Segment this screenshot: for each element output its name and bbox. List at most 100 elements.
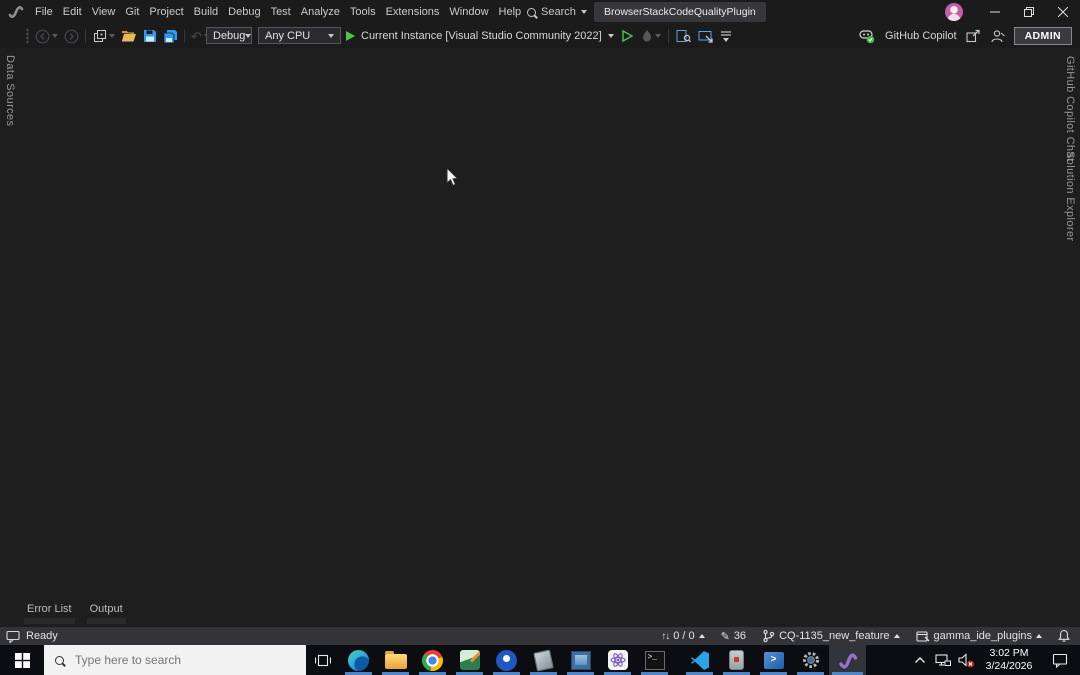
action-center-button[interactable] bbox=[1040, 645, 1080, 675]
attach-icon[interactable] bbox=[698, 30, 714, 43]
taskbar-app-vscode[interactable] bbox=[681, 645, 718, 675]
save-icon[interactable] bbox=[143, 29, 157, 43]
account-button[interactable]: ADMIN bbox=[1013, 27, 1072, 45]
close-button[interactable] bbox=[1046, 0, 1080, 24]
bell-icon[interactable] bbox=[1058, 629, 1070, 643]
platform-dropdown[interactable]: Any CPU bbox=[258, 27, 341, 44]
solution-name: BrowserStackCodeQualityPlugin bbox=[604, 6, 756, 18]
search-icon bbox=[55, 655, 64, 665]
github-copilot-icon[interactable] bbox=[858, 28, 876, 44]
network-status[interactable] bbox=[932, 645, 954, 675]
taskbar-app-visual-studio[interactable] bbox=[829, 645, 866, 675]
menu-tools[interactable]: Tools bbox=[345, 0, 381, 24]
sidebar-tab-data-sources[interactable]: Data Sources bbox=[4, 55, 16, 126]
sync-count: 0 / 0 bbox=[673, 630, 695, 642]
tab-error-list[interactable]: Error List bbox=[24, 601, 75, 624]
copilot-label[interactable]: GitHub Copilot bbox=[885, 30, 957, 42]
toolbar-grip[interactable] bbox=[26, 28, 29, 44]
taskbar-search-input[interactable] bbox=[73, 652, 267, 668]
taskbar-app-settings[interactable] bbox=[792, 645, 829, 675]
taskbar-app-image-editor[interactable] bbox=[451, 645, 488, 675]
toolbar-overflow-icon bbox=[720, 30, 731, 36]
taskbar-app-edge[interactable] bbox=[340, 645, 377, 675]
settings-gear-icon bbox=[801, 650, 821, 670]
menu-analyze[interactable]: Analyze bbox=[296, 0, 345, 24]
status-message: Ready bbox=[26, 630, 58, 642]
taskbar-search[interactable] bbox=[44, 645, 306, 675]
configuration-value: Debug bbox=[213, 29, 246, 42]
save-all-icon[interactable] bbox=[163, 29, 178, 44]
feedback-icon[interactable] bbox=[990, 29, 1005, 43]
menu-file[interactable]: File bbox=[30, 0, 58, 24]
branch-name: CQ-1135_new_feature bbox=[779, 630, 890, 642]
sidebar-tab-copilot-chat[interactable]: GitHub Copilot Chat bbox=[1064, 56, 1076, 161]
chevron-down-icon bbox=[607, 34, 614, 38]
toolbar-overflow-button[interactable] bbox=[720, 30, 731, 42]
menu-edit[interactable]: Edit bbox=[58, 0, 87, 24]
windows-start-icon bbox=[14, 652, 30, 668]
tray-chevron-icon bbox=[915, 657, 925, 663]
task-view-icon bbox=[315, 654, 331, 666]
taskbar-app-media-player[interactable] bbox=[562, 645, 599, 675]
taskbar-app-file-explorer[interactable] bbox=[377, 645, 414, 675]
chevron-down-icon bbox=[654, 34, 661, 38]
volume-status[interactable] bbox=[954, 645, 978, 675]
pending-edits-count: 36 bbox=[733, 630, 747, 642]
repo-selector[interactable]: gamma_ide_plugins bbox=[915, 630, 1042, 643]
menu-project[interactable]: Project bbox=[144, 0, 188, 24]
close-icon bbox=[1058, 7, 1068, 17]
tray-expand-button[interactable] bbox=[908, 645, 932, 675]
menu-window[interactable]: Window bbox=[444, 0, 493, 24]
vs-logo-icon bbox=[8, 4, 24, 20]
feedback-status-button[interactable]: Ready bbox=[0, 630, 58, 643]
chevron-up-icon bbox=[698, 634, 705, 638]
chevron-down-icon bbox=[245, 33, 252, 38]
configuration-dropdown[interactable]: Debug bbox=[206, 27, 252, 44]
menu-extensions[interactable]: Extensions bbox=[381, 0, 445, 24]
hot-reload-button[interactable] bbox=[641, 29, 661, 43]
sidebar-tab-solution-explorer[interactable]: Solution Explorer bbox=[1064, 151, 1076, 242]
menu-test[interactable]: Test bbox=[266, 0, 296, 24]
powershell-icon: > bbox=[763, 651, 784, 669]
find-in-files-icon[interactable] bbox=[676, 29, 691, 43]
start-debugging-button[interactable]: Current Instance [Visual Studio Communit… bbox=[346, 30, 614, 42]
navigate-back-button[interactable] bbox=[35, 29, 58, 44]
task-view-button[interactable] bbox=[306, 645, 340, 675]
taskbar-clock[interactable]: 3:02 PM 3/24/2026 bbox=[978, 645, 1040, 675]
taskbar-app-maps[interactable] bbox=[488, 645, 525, 675]
minimize-icon bbox=[990, 11, 1000, 13]
minimize-button[interactable] bbox=[978, 0, 1012, 24]
user-avatar[interactable] bbox=[945, 3, 963, 21]
menu-help[interactable]: Help bbox=[494, 0, 527, 24]
taskbar-app-device[interactable] bbox=[718, 645, 755, 675]
taskbar-app-chrome[interactable] bbox=[414, 645, 451, 675]
menu-build[interactable]: Build bbox=[189, 0, 223, 24]
tab-output[interactable]: Output bbox=[86, 601, 126, 624]
taskbar-app-command-prompt[interactable]: >_ bbox=[636, 645, 673, 675]
action-center-icon bbox=[1052, 653, 1068, 668]
pending-edits-indicator[interactable]: ✎ 36 bbox=[721, 630, 746, 643]
volume-muted-icon bbox=[957, 653, 974, 668]
atom-app-icon bbox=[607, 650, 628, 670]
ide-search-control[interactable]: Search bbox=[527, 0, 587, 24]
menu-git[interactable]: Git bbox=[120, 0, 144, 24]
share-icon[interactable] bbox=[966, 29, 981, 43]
chevron-down-icon bbox=[722, 37, 729, 42]
restore-button[interactable] bbox=[1012, 0, 1046, 24]
document-well: Data Sources GitHub Copilot Chat Solutio… bbox=[0, 48, 1080, 627]
window-controls bbox=[978, 0, 1080, 24]
taskbar-app-notepad[interactable] bbox=[525, 645, 562, 675]
open-folder-icon[interactable] bbox=[121, 29, 137, 43]
branch-selector[interactable]: CQ-1135_new_feature bbox=[762, 629, 900, 643]
taskbar-app-atom[interactable] bbox=[599, 645, 636, 675]
git-sync-button[interactable]: ↑↓ 0 / 0 bbox=[661, 630, 705, 642]
repo-icon bbox=[915, 630, 930, 642]
forward-icon[interactable] bbox=[64, 29, 79, 44]
new-project-button[interactable] bbox=[92, 29, 115, 44]
menu-debug[interactable]: Debug bbox=[223, 0, 265, 24]
menu-view[interactable]: View bbox=[87, 0, 121, 24]
start-button[interactable] bbox=[0, 645, 44, 675]
start-without-debug-icon[interactable] bbox=[621, 29, 634, 43]
restore-icon bbox=[1024, 7, 1034, 17]
taskbar-app-powershell[interactable]: > bbox=[755, 645, 792, 675]
